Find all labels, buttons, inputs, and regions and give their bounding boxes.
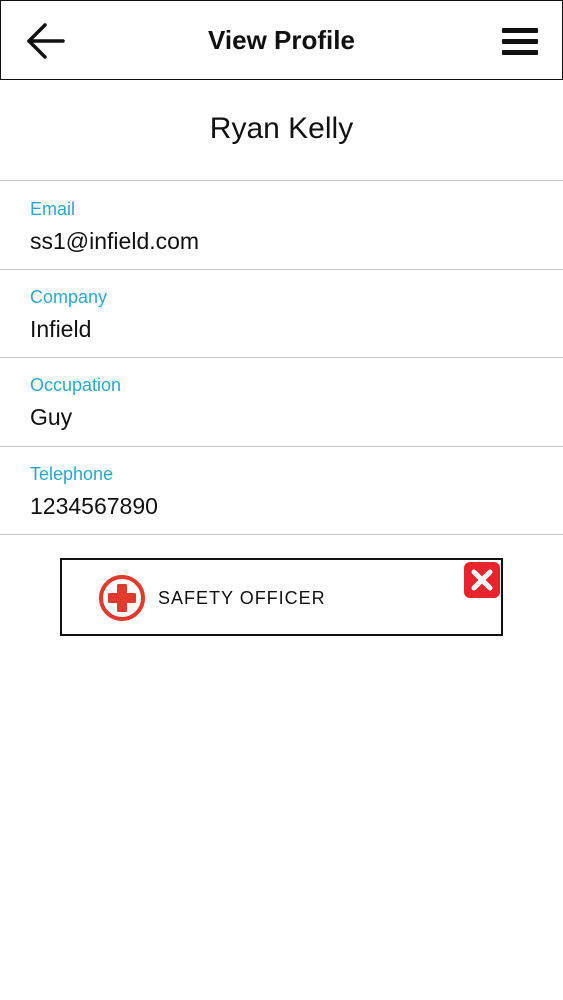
close-icon [464,562,500,598]
medical-cross-icon [98,574,146,622]
telephone-label: Telephone [30,464,114,484]
divider [0,357,563,358]
profile-name: Ryan Kelly [209,112,354,145]
hamburger-menu-icon [502,28,538,55]
telephone-value: 1234567890 [30,493,158,519]
app-header: View Profile [0,0,563,80]
divider [0,446,563,447]
telephone-field: Telephone 1234567890 [30,463,158,521]
page-title: View Profile [208,25,355,55]
arrow-left-icon [27,23,65,59]
remove-role-button[interactable] [463,561,501,599]
occupation-field: Occupation Guy [30,374,121,432]
role-label: SAFETY OFFICER [158,588,326,608]
company-field: Company Infield [30,286,107,344]
company-label: Company [30,287,108,307]
occupation-value: Guy [30,404,73,430]
email-value: ss1@infield.com [30,228,200,254]
divider [0,269,563,270]
email-field: Email ss1@infield.com [30,198,199,256]
divider [0,534,563,535]
divider [0,180,563,181]
email-label: Email [30,199,76,219]
company-value: Infield [30,316,92,342]
back-button[interactable] [23,21,67,61]
role-card: SAFETY OFFICER [60,558,503,636]
occupation-label: Occupation [30,375,122,395]
menu-button[interactable] [500,23,540,59]
